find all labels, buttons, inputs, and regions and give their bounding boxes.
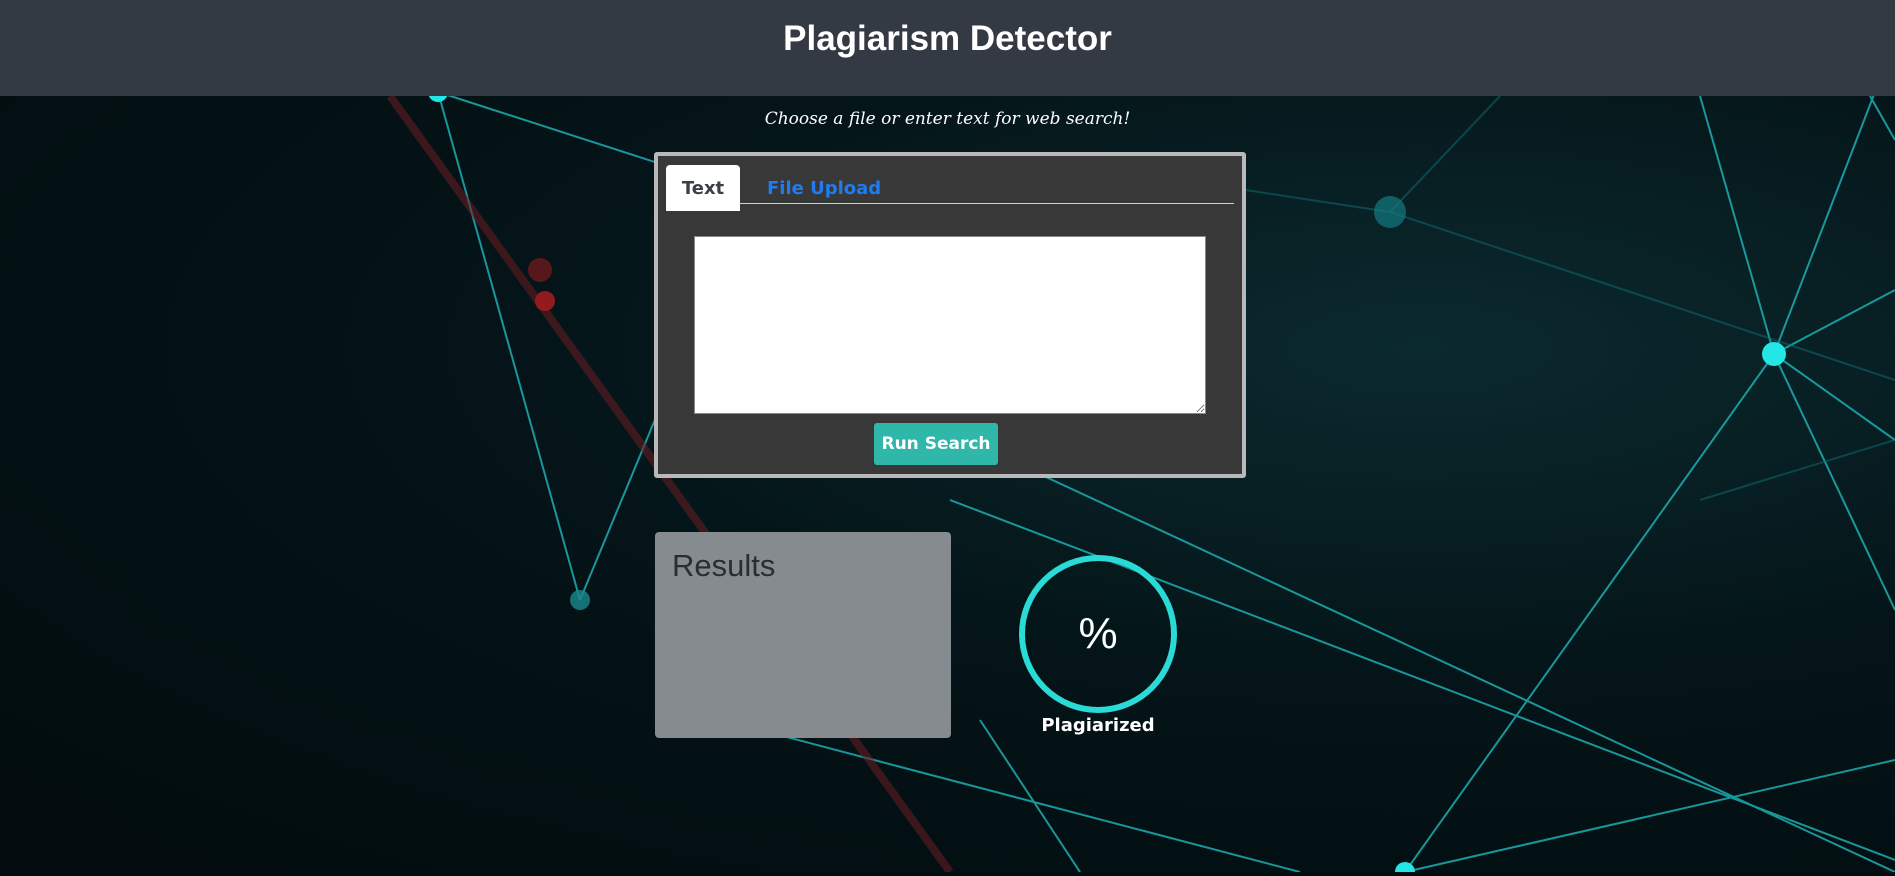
plagiarism-percentage-gauge: % — [1019, 555, 1177, 713]
input-tabs: Text File Upload — [666, 165, 1234, 211]
page-title: Plagiarism Detector — [783, 19, 1112, 58]
results-panel: Results — [655, 532, 951, 738]
app-header: Plagiarism Detector — [0, 0, 1895, 96]
results-title: Results — [672, 548, 776, 583]
text-input-area[interactable] — [694, 236, 1206, 414]
plagiarized-label: Plagiarized — [1041, 715, 1155, 736]
tab-text[interactable]: Text — [666, 165, 740, 211]
search-input-panel: Text File Upload Run Search — [654, 152, 1246, 478]
run-search-button[interactable]: Run Search — [874, 423, 998, 465]
instruction-text: Choose a file or enter text for web sear… — [764, 109, 1131, 129]
tab-file-upload[interactable]: File Upload — [749, 165, 899, 211]
percentage-symbol: % — [1078, 609, 1118, 658]
